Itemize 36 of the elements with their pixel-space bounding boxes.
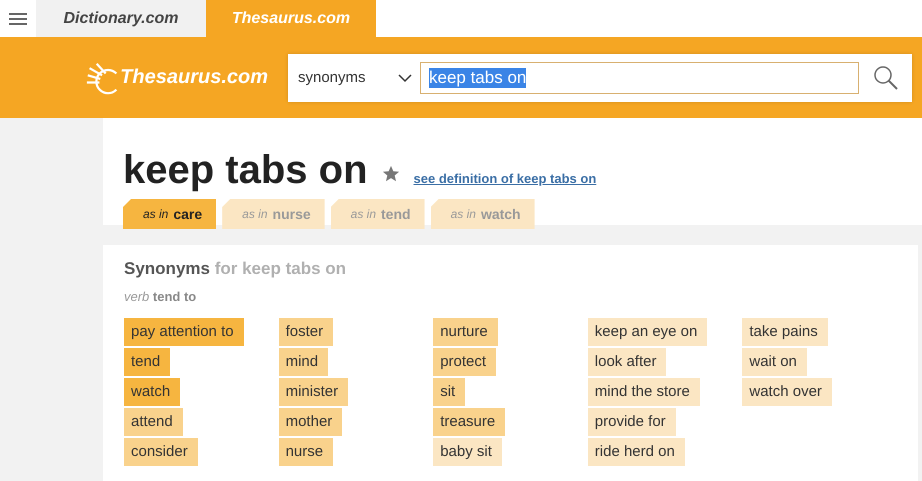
synonym-link[interactable]: take pains xyxy=(742,318,828,346)
chevron-icon xyxy=(398,72,412,82)
synonym-link[interactable]: wait on xyxy=(742,348,807,376)
synonym-link[interactable]: nurse xyxy=(278,438,334,466)
synonym-link[interactable]: keep an eye on xyxy=(588,318,708,346)
synonym-link[interactable]: mother xyxy=(278,408,342,436)
synonym-link[interactable]: sit xyxy=(433,378,466,406)
synonym-link[interactable]: provide for xyxy=(588,408,676,436)
menu-icon[interactable] xyxy=(9,12,27,24)
search-type-dropdown[interactable]: synonyms xyxy=(288,54,420,102)
synonym-link[interactable]: consider xyxy=(124,438,198,466)
synonym-link[interactable]: attend xyxy=(124,408,183,436)
synonyms-title: Synonyms for keep tabs on xyxy=(124,259,348,279)
sense-label: verb tend to xyxy=(124,289,198,304)
site-tab[interactable]: Dictionary.com xyxy=(36,0,206,37)
synonym-link[interactable]: mind xyxy=(278,348,328,376)
synonym-link[interactable]: minister xyxy=(278,378,348,406)
search-icon[interactable] xyxy=(873,64,899,90)
synonym-link[interactable]: look after xyxy=(588,348,666,376)
sun-icon xyxy=(86,60,118,94)
synonym-link[interactable]: watch xyxy=(124,378,180,406)
synonym-link[interactable]: foster xyxy=(278,318,334,346)
synonym-link[interactable]: baby sit xyxy=(433,438,502,466)
star-icon[interactable] xyxy=(382,165,400,183)
synonym-link[interactable]: protect xyxy=(433,348,496,376)
synonym-link[interactable]: ride herd on xyxy=(588,438,685,466)
search-field[interactable]: keep tabs on xyxy=(420,62,859,94)
synonym-link[interactable]: nurture xyxy=(433,318,498,346)
sense-tab[interactable]: as in care xyxy=(123,199,216,229)
word-heading: keep tabs on xyxy=(123,148,368,193)
synonym-link[interactable]: tend xyxy=(124,348,170,376)
synonym-link[interactable]: watch over xyxy=(742,378,832,406)
definition-link[interactable]: see definition of keep tabs on xyxy=(414,171,596,186)
synonym-link[interactable]: mind the store xyxy=(588,378,700,406)
synonym-link[interactable]: pay attention to xyxy=(124,318,244,346)
synonym-link[interactable]: treasure xyxy=(433,408,506,436)
